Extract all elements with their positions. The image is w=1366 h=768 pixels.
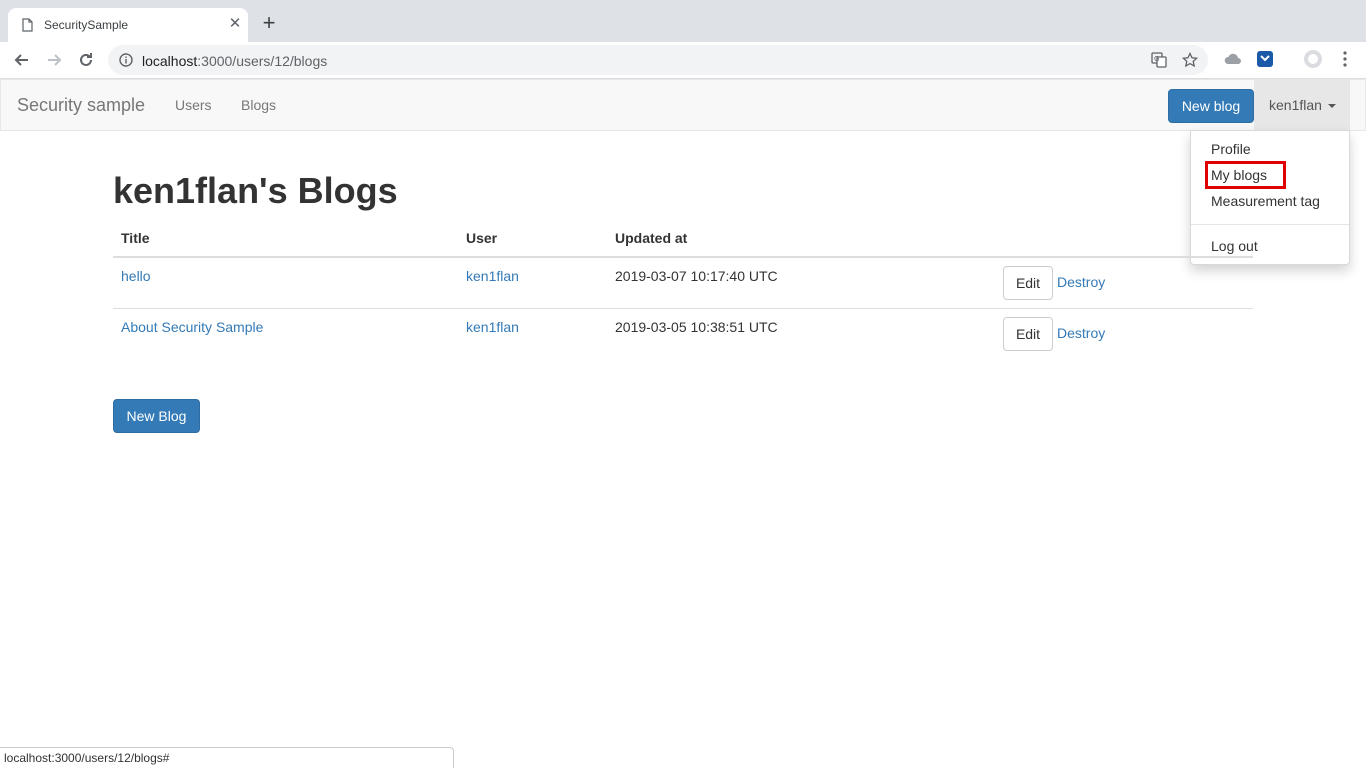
blog-user-link[interactable]: ken1flan [466, 319, 519, 335]
column-header-user: User [466, 230, 498, 246]
new-blog-nav-button[interactable]: New blog [1168, 89, 1254, 123]
menu-item-log-out[interactable]: Log out [1211, 238, 1258, 254]
pocket-extension-icon[interactable] [1256, 50, 1274, 68]
blog-user-link[interactable]: ken1flan [466, 268, 519, 284]
app-navbar: Security sample Users Blogs New blog ken… [0, 79, 1366, 131]
new-tab-icon[interactable]: + [258, 12, 280, 34]
status-url: localhost:3000/users/12/blogs# [4, 751, 170, 765]
menu-item-profile[interactable]: Profile [1211, 141, 1251, 157]
user-dropdown-menu: Profile My blogs Measurement tag Log out [1190, 130, 1350, 265]
cloud-extension-icon[interactable] [1224, 50, 1242, 68]
document-icon [22, 18, 33, 32]
back-arrow-icon[interactable] [12, 50, 32, 70]
user-menu-toggle[interactable]: ken1flan [1254, 80, 1350, 130]
browser-toolbar: localhost:3000/users/12/blogs G [0, 42, 1366, 79]
column-header-updated-at: Updated at [615, 230, 688, 246]
destroy-link[interactable]: Destroy [1057, 325, 1105, 341]
navbar-brand[interactable]: Security sample [17, 95, 145, 116]
new-blog-button[interactable]: New Blog [113, 399, 200, 433]
browser-tabstrip: SecuritySample ✕ + [0, 0, 1366, 42]
reload-icon[interactable] [76, 50, 96, 70]
highlight-box [1205, 161, 1286, 189]
profile-avatar-icon[interactable] [1303, 49, 1323, 69]
blog-updated-at: 2019-03-05 10:38:51 UTC [615, 319, 778, 335]
caret-down-icon [1328, 104, 1336, 108]
blog-updated-at: 2019-03-07 10:17:40 UTC [615, 268, 778, 284]
menu-item-measurement-tag[interactable]: Measurement tag [1211, 193, 1320, 209]
address-bar[interactable]: localhost:3000/users/12/blogs G [108, 45, 1208, 75]
nav-link-blogs[interactable]: Blogs [241, 97, 276, 113]
svg-text:G: G [1154, 55, 1159, 63]
edit-button[interactable]: Edit [1003, 317, 1053, 351]
column-header-title: Title [121, 230, 150, 246]
star-icon[interactable] [1182, 52, 1198, 68]
translate-icon[interactable]: G [1151, 52, 1167, 68]
status-bar: localhost:3000/users/12/blogs# [0, 747, 454, 768]
nav-link-users[interactable]: Users [175, 97, 212, 113]
destroy-link[interactable]: Destroy [1057, 274, 1105, 290]
user-menu-label: ken1flan [1269, 97, 1322, 113]
url-text[interactable]: localhost:3000/users/12/blogs [142, 53, 327, 69]
blog-title-link[interactable]: About Security Sample [121, 319, 263, 335]
row-divider [113, 308, 1253, 309]
forward-arrow-icon[interactable] [44, 50, 64, 70]
table-header-divider [113, 256, 1253, 258]
close-tab-icon[interactable]: ✕ [226, 15, 244, 33]
tab-title: SecuritySample [44, 18, 129, 32]
blog-title-link[interactable]: hello [121, 268, 151, 284]
edit-button[interactable]: Edit [1003, 266, 1053, 300]
page-title: ken1flan's Blogs [113, 170, 398, 211]
browser-tab[interactable]: SecuritySample ✕ [8, 8, 248, 42]
info-icon[interactable] [119, 53, 133, 67]
menu-divider [1191, 224, 1349, 225]
more-vert-icon[interactable] [1336, 50, 1354, 68]
